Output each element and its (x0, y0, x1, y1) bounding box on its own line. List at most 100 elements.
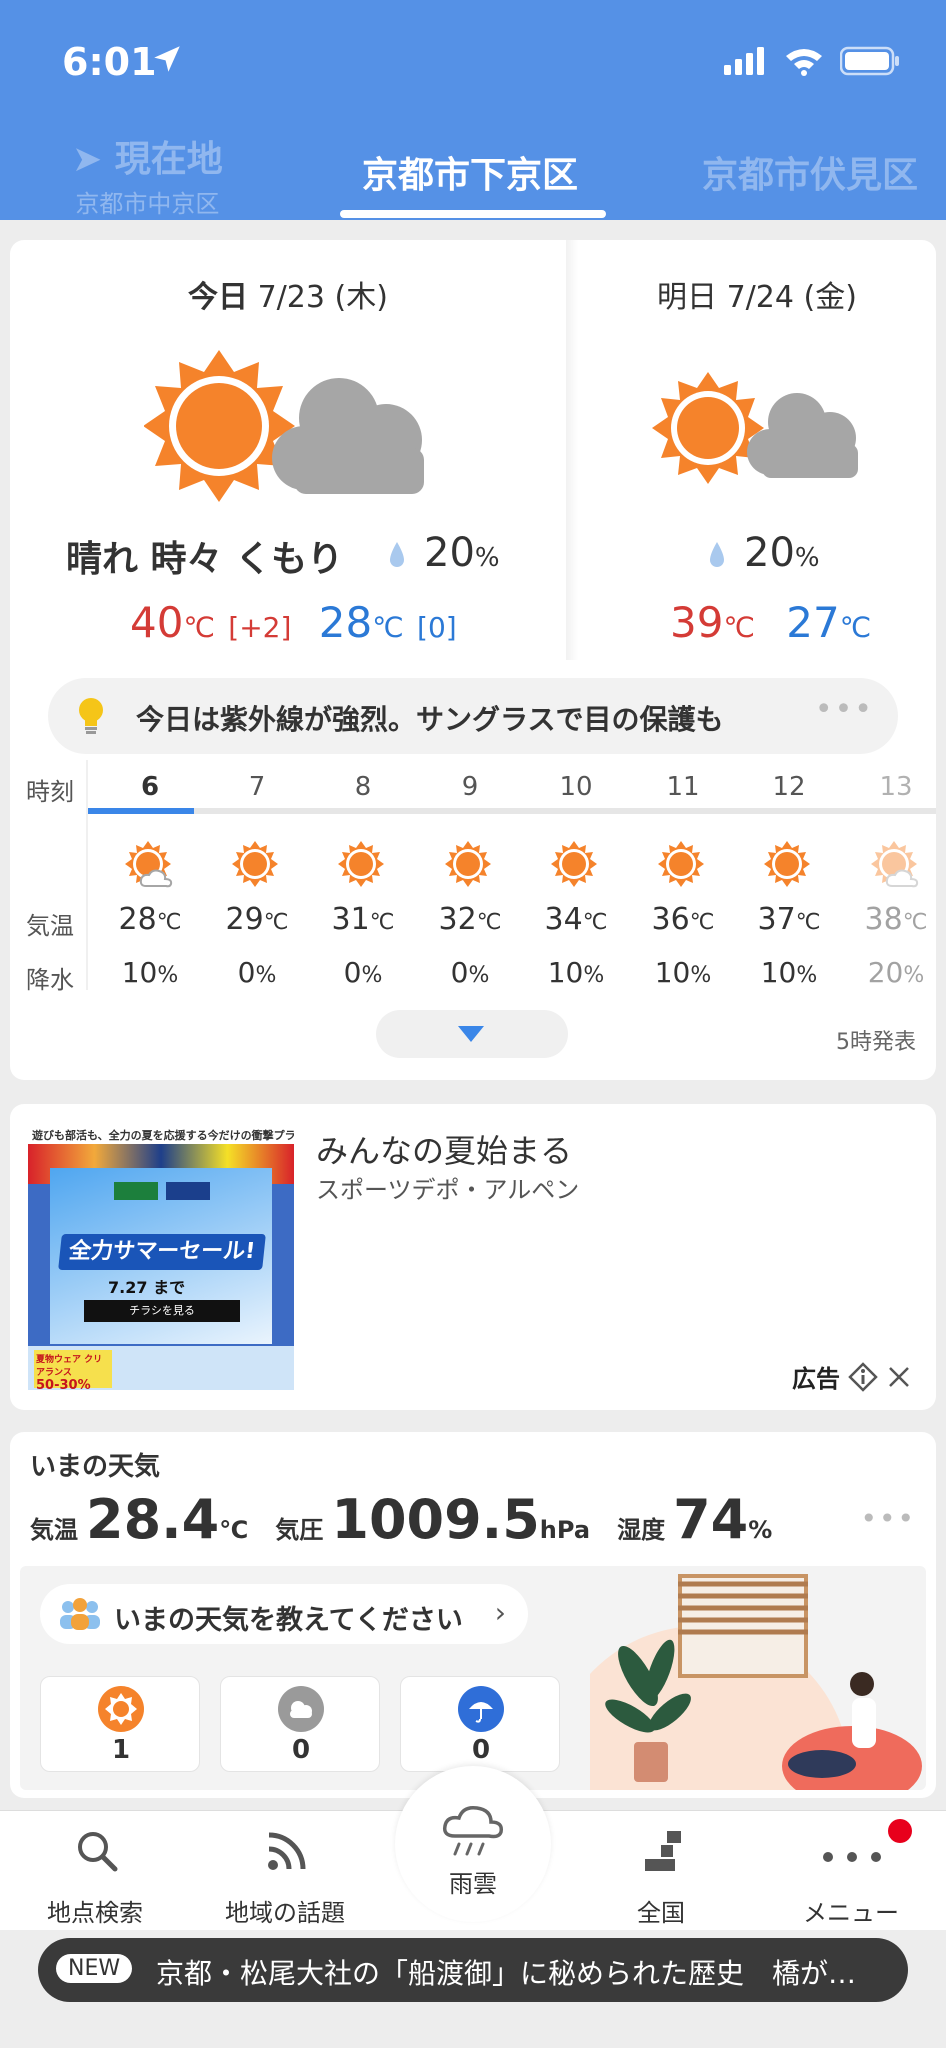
report-panel: いまの天気を教えてください › 1 0 0 (20, 1566, 926, 1790)
tomorrow-high: 39 (670, 598, 724, 647)
today-temps: 40℃ [+2] 28℃ [0] (130, 598, 457, 647)
hour-temp: 37℃ (736, 902, 842, 937)
tab-indicator (340, 210, 606, 218)
ad-banner[interactable]: 遊びも部活も、全力の夏を応援する今だけの衝撃プライス! 全力サマーセール! 7.… (28, 1124, 294, 1390)
hour-temp: 38℃ (843, 902, 946, 937)
tomorrow-forecast[interactable]: 明日 7/24 (金) 20% 39℃ 27℃ (578, 240, 936, 660)
hour-rain: 0% (204, 956, 310, 989)
weather-tip[interactable]: 今日は紫外線が強烈。サングラスで目の保護も ••• (48, 678, 898, 754)
sun-icon (764, 841, 810, 887)
tab-topics[interactable]: 地域の話題 (190, 1811, 380, 1931)
rain-vote-icon (458, 1686, 504, 1732)
hour-rain: 10% (97, 956, 203, 989)
temp-unit: ℃ (372, 611, 404, 644)
report-weather-text: いまの天気を教えてください (114, 1605, 463, 1636)
sun-cloud-icon (125, 841, 173, 888)
status-bar: 6:01 (0, 30, 946, 90)
current-temp-unit: ℃ (219, 1516, 249, 1544)
tab-search-label: 地点検索 (47, 1899, 143, 1927)
expand-hourly-button[interactable] (376, 1010, 568, 1058)
hour-temp-unit: ℃ (263, 910, 289, 935)
location-tabs: ➤ 現在地 京都市中京区 京都市下京区 京都市伏見区 (0, 130, 946, 220)
today-forecast[interactable]: 今日 7/23 (木) 晴れ 時々 くもり 20% 40℃ [+2] 28℃ [… (10, 240, 566, 660)
vote-cloudy[interactable]: 0 (220, 1676, 380, 1772)
current-temp: 28.4 (86, 1488, 220, 1551)
news-ticker[interactable]: NEW 京都・松尾大社の「船渡御」に秘められた歴史 橋が… (38, 1938, 908, 2002)
hour-rain-unit: % (157, 963, 179, 988)
raindrop-icon (390, 542, 404, 567)
vote-rainy[interactable]: 0 (400, 1676, 560, 1772)
today-pop-unit: % (474, 543, 500, 573)
ad-banner-top: 遊びも部活も、全力の夏を応援する今だけの衝撃プライス! (28, 1124, 294, 1144)
tab-menu[interactable]: メニュー (756, 1811, 946, 1931)
ad-info-icon[interactable] (848, 1361, 878, 1392)
tab-rain-label: 雨雲 (449, 1870, 497, 1898)
raindrop-icon (710, 542, 724, 567)
hour-temp: 34℃ (523, 902, 629, 937)
today-low: 28 (318, 598, 373, 647)
tab-national[interactable]: 全国 (566, 1811, 756, 1931)
today-date: 7/23 (257, 280, 325, 315)
today-low-diff: [0] (417, 611, 457, 644)
hour-rain-unit: % (361, 963, 383, 988)
tab-rain-cloud[interactable]: 雨雲 (395, 1766, 551, 1922)
hour-label: 6 (140, 772, 160, 802)
hour-temp-unit: ℃ (689, 910, 715, 935)
tab-fushimi[interactable]: 京都市伏見区 (702, 146, 918, 198)
ad-sponsor: スポーツデポ・アルペン (316, 1176, 580, 1204)
day-divider (566, 240, 578, 660)
report-weather-button[interactable]: いまの天気を教えてください › (40, 1584, 528, 1644)
today-label: 今日 (188, 280, 249, 315)
vote-count: 0 (471, 1735, 491, 1765)
vote-sunny[interactable]: 1 (40, 1676, 200, 1772)
hour-rain-value: 0 (450, 956, 469, 989)
hour-temp: 36℃ (630, 902, 736, 937)
tab-current-location[interactable]: ➤ 現在地 京都市中京区 (72, 130, 223, 219)
hour-rain-unit: % (796, 963, 818, 988)
hour-temp-unit: ℃ (369, 910, 395, 935)
hour-label: 7 (248, 772, 266, 802)
hour-label: 11 (666, 772, 700, 802)
temp-unit: ℃ (839, 611, 872, 644)
hour-rain-value: 10 (760, 956, 797, 989)
battery-icon (840, 46, 899, 76)
current-more-icon[interactable]: ••• (860, 1502, 916, 1535)
tab-shimogyo[interactable]: 京都市下京区 (362, 146, 578, 198)
hour-temp-value: 28 (118, 902, 157, 937)
issued-time: 5時発表 (836, 1030, 916, 1055)
sun-cloud-icon (871, 841, 919, 888)
sun-icon (232, 841, 278, 887)
hour-temp-value: 32 (438, 902, 477, 937)
hour-temp: 31℃ (310, 902, 416, 937)
humidity-unit: % (748, 1516, 773, 1544)
tomorrow-precip: 20% (708, 530, 820, 576)
hour-rain: 10% (630, 956, 736, 989)
hour-rain: 0% (310, 956, 416, 989)
ad-banner-flyer: チラシを見る (84, 1300, 240, 1322)
forecast-card: 今日 7/23 (木) 晴れ 時々 くもり 20% 40℃ [+2] 28℃ [… (10, 240, 936, 1080)
ad-card[interactable]: 遊びも部活も、全力の夏を応援する今だけの衝撃プライス! 全力サマーセール! 7.… (10, 1104, 936, 1410)
tomorrow-pop-unit: % (794, 543, 820, 573)
tip-text: 今日は紫外線が強烈。サングラスで目の保護も (136, 703, 724, 736)
temp-row-label: 気温 (26, 912, 74, 940)
today-header: 今日 7/23 (木) (10, 272, 566, 316)
tip-more-icon[interactable]: ••• (815, 692, 874, 727)
current-hour-indicator (88, 808, 194, 814)
ad-title[interactable]: みんなの夏始まる (316, 1126, 572, 1172)
current-humidity: 74 (673, 1488, 749, 1551)
hour-rain: 20% (843, 956, 946, 989)
sun-icon (658, 841, 704, 887)
people-icon (60, 1598, 100, 1630)
ad-close-icon[interactable] (886, 1364, 912, 1390)
ad-label: 広告 (792, 1365, 840, 1393)
vote-count: 1 (111, 1735, 131, 1765)
hourly-forecast[interactable]: 時刻 気温 降水 6 28℃ 10% 7 29℃ 0% 8 31℃ 0% 9 32℃ 0% 10 34℃ 1… (10, 760, 936, 994)
today-precip: 20% (388, 530, 500, 576)
lightbulb-icon (79, 698, 103, 734)
pressure-label: 気圧 (275, 1516, 324, 1544)
tab-search[interactable]: 地点検索 (0, 1811, 190, 1931)
status-icons (724, 46, 900, 76)
hour-rain-value: 10 (654, 956, 691, 989)
hour-rain-unit: % (255, 963, 277, 988)
current-weather-values: 気温 28.4℃ 気圧 1009.5hPa 湿度 74% (30, 1488, 794, 1551)
